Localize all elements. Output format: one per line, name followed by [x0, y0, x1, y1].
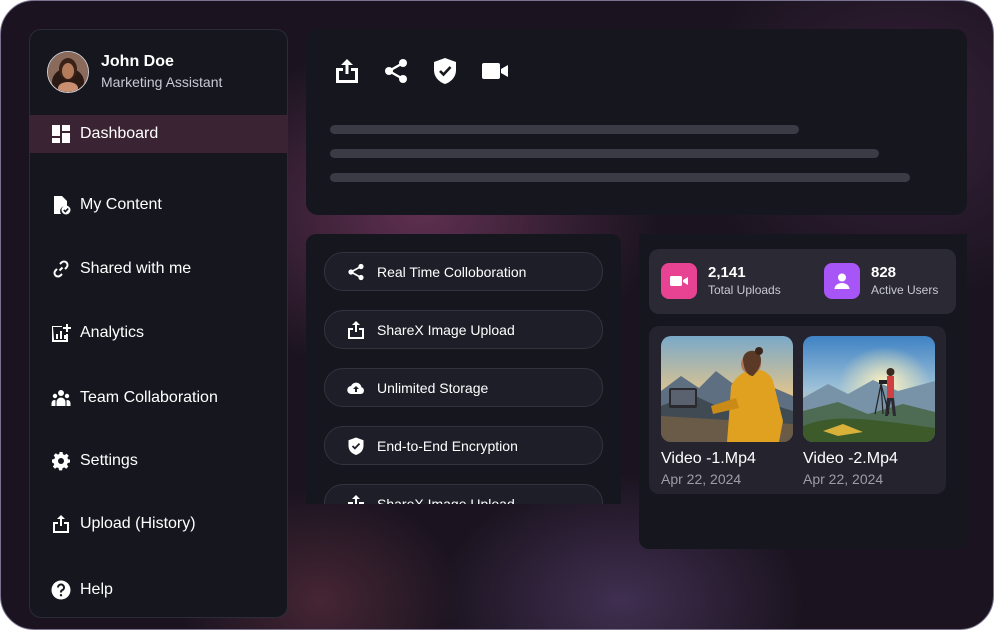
share-icon[interactable] — [382, 57, 410, 85]
sidebar-item-label: Shared with me — [80, 260, 192, 277]
feature-sharex-image-upload-2[interactable]: ShareX Image Upload — [324, 484, 603, 504]
video-camera-icon — [661, 263, 697, 299]
feature-label: End-to-End Encryption — [377, 437, 518, 454]
stat-active-users: 828 Active Users — [824, 263, 938, 299]
video-thumbnail[interactable] — [803, 336, 935, 442]
upload-icon — [51, 514, 71, 534]
sidebar-item-label: My Content — [80, 196, 162, 213]
upload-icon[interactable] — [333, 57, 361, 85]
sidebar-item-analytics[interactable]: Analytics — [30, 314, 287, 352]
skeleton-line — [330, 173, 910, 182]
sidebar: John Doe Marketing Assistant Dashboard M… — [29, 29, 288, 618]
sidebar-item-label: Help — [80, 581, 113, 598]
video-date: Apr 22, 2024 — [803, 471, 884, 487]
feature-label: ShareX Image Upload — [377, 495, 515, 505]
link-icon — [51, 259, 71, 279]
cloud-upload-icon — [347, 382, 364, 394]
sidebar-item-dashboard[interactable]: Dashboard — [30, 115, 287, 153]
feature-unlimited-storage[interactable]: Unlimited Storage — [324, 368, 603, 407]
recent-videos: Video -1.Mp4 Apr 22, 2024 Video -2.Mp4 A… — [649, 326, 946, 494]
content-check-icon — [51, 195, 71, 215]
stats-panel: 2,141 Total Uploads 828 Active Users Vid… — [639, 234, 967, 549]
upload-icon — [348, 320, 364, 339]
user-icon — [824, 263, 860, 299]
sidebar-item-help[interactable]: Help — [30, 571, 287, 609]
gear-icon — [51, 451, 71, 471]
sidebar-item-upload-history[interactable]: Upload (History) — [30, 505, 287, 543]
feature-label: Unlimited Storage — [377, 379, 489, 396]
feature-end-to-end-encryption[interactable]: End-to-End Encryption — [324, 426, 603, 465]
skeleton-line — [330, 125, 799, 134]
help-icon — [51, 580, 71, 600]
sidebar-item-my-content[interactable]: My Content — [30, 186, 287, 224]
sidebar-item-label: Analytics — [80, 324, 145, 341]
user-profile[interactable]: John Doe Marketing Assistant — [47, 51, 222, 93]
share-icon — [348, 263, 364, 280]
stat-label: Active Users — [871, 283, 939, 297]
video-title[interactable]: Video -2.Mp4 — [803, 449, 898, 469]
shield-check-icon[interactable] — [431, 57, 459, 85]
feature-sharex-image-upload[interactable]: ShareX Image Upload — [324, 310, 603, 349]
sidebar-item-settings[interactable]: Settings — [30, 442, 287, 480]
sidebar-item-shared[interactable]: Shared with me — [30, 250, 287, 288]
video-thumbnail[interactable] — [661, 336, 793, 442]
sidebar-item-label: Settings — [80, 452, 138, 469]
upload-icon — [348, 494, 364, 504]
top-panel — [306, 29, 967, 215]
dashboard-icon — [51, 124, 71, 144]
video-title[interactable]: Video -1.Mp4 — [661, 449, 756, 469]
sidebar-item-label: Team Collaboration — [80, 389, 218, 406]
team-icon — [51, 388, 71, 408]
video-date: Apr 22, 2024 — [661, 471, 742, 487]
sidebar-item-label: Dashboard — [80, 125, 159, 142]
user-name: John Doe — [101, 53, 174, 70]
stat-total-uploads: 2,141 Total Uploads — [661, 263, 781, 299]
feature-label: Real Time Colloboration — [377, 263, 527, 280]
app-frame: John Doe Marketing Assistant Dashboard M… — [0, 0, 994, 630]
stat-value: 2,141 — [708, 264, 746, 281]
stat-value: 828 — [871, 264, 897, 281]
shield-check-icon — [348, 437, 364, 455]
features-panel: Real Time Colloboration ShareX Image Upl… — [306, 234, 621, 504]
analytics-icon — [51, 323, 71, 343]
skeleton-line — [330, 149, 879, 158]
video-camera-icon[interactable] — [481, 57, 509, 85]
avatar[interactable] — [47, 51, 89, 93]
feature-label: ShareX Image Upload — [377, 321, 515, 338]
stat-label: Total Uploads — [708, 283, 781, 297]
stats-card: 2,141 Total Uploads 828 Active Users — [649, 249, 956, 314]
sidebar-item-label: Upload (History) — [80, 515, 196, 532]
user-role: Marketing Assistant — [101, 74, 223, 90]
feature-real-time-collaboration[interactable]: Real Time Colloboration — [324, 252, 603, 291]
sidebar-item-team[interactable]: Team Collaboration — [30, 379, 287, 417]
